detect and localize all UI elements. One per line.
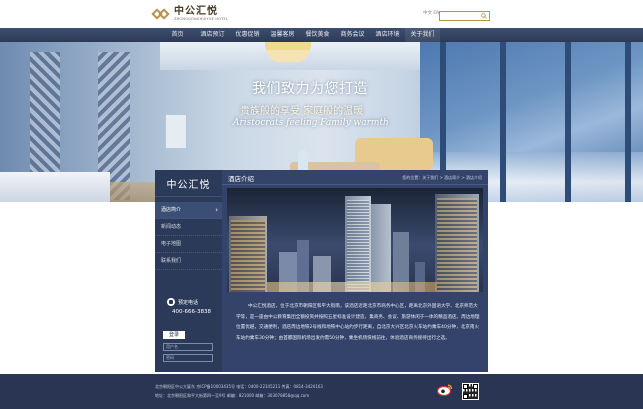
breadcrumb[interactable]: 您的位置：关于我们 > 酒店简介 > 酒店介绍 (402, 175, 482, 181)
slogan-english: Aristocrats feeling Family warmth (233, 118, 389, 128)
sidebar-item-hotel-intro[interactable]: 酒店简介 › (155, 202, 222, 219)
language-switch[interactable]: 中文 EN (423, 10, 440, 16)
phone-icon (167, 298, 175, 306)
weibo-icon[interactable] (437, 383, 453, 396)
logo-mark-icon (151, 6, 170, 22)
footer-info: 北京朝阳区中公大厦东 京ICP备10003435号 电话：0400-223452… (155, 384, 323, 389)
hotel-photo (227, 188, 483, 292)
booking-phone-number: 400-666-3838 (172, 309, 211, 315)
chevron-right-icon: › (215, 206, 218, 214)
logo[interactable]: 中公汇悦 ZHONGGONGHUIYUE HOTEL (151, 5, 229, 23)
sidebar-menu: 酒店简介 › 新闻动态 电子地图 联系我们 (155, 202, 222, 270)
nav-item-promotions[interactable]: 优惠促销 (230, 28, 265, 42)
password-field[interactable]: 密码 (163, 354, 213, 362)
logo-name: 中公汇悦 (174, 5, 218, 17)
search-input[interactable] (439, 11, 490, 21)
username-field[interactable]: 用户名 (163, 343, 213, 351)
booking-phone: 预定电话 (167, 298, 198, 306)
main-nav: 首页 酒店预订 优惠促销 温馨客房 餐饮美食 商务会议 酒店环境 关于我们 (0, 28, 643, 42)
nav-item-rooms[interactable]: 温馨客房 (265, 28, 300, 42)
sidebar-item-contact[interactable]: 联系我们 (155, 253, 222, 270)
sidebar-item-map[interactable]: 电子地图 (155, 236, 222, 253)
footer: 北京朝阳区中公大厦东 京ICP备10003435号 电话：0400-223452… (0, 374, 643, 409)
login-button[interactable]: 登录 (163, 331, 185, 339)
page: 中公汇悦 ZHONGGONGHUIYUE HOTEL 中文 EN 首页 酒店预订… (0, 0, 643, 409)
content-panel: 酒店介绍 您的位置：关于我们 > 酒店简介 > 酒店介绍 中公汇悦酒店，位于北京… (222, 170, 488, 372)
footer-address: 地址：北京朝阳区和平大街第四一至9号 邮编：821000 邮箱：30307885… (155, 393, 310, 398)
panel-title: 酒店介绍 (228, 175, 254, 183)
sidebar-item-news[interactable]: 新闻动态 (155, 219, 222, 236)
hotel-description: 中公汇悦酒店，位于北京市朝阳区和平大街南，该酒店近距北京市商务中心区，距离北京外… (236, 304, 480, 341)
header: 中公汇悦 ZHONGGONGHUIYUE HOTEL 中文 EN (0, 0, 643, 28)
nav-item-booking[interactable]: 酒店预订 (195, 28, 230, 42)
qr-code (462, 383, 479, 400)
nav-item-dining[interactable]: 餐饮美食 (300, 28, 335, 42)
panel-header: 酒店介绍 您的位置：关于我们 > 酒店简介 > 酒店介绍 (222, 170, 488, 185)
nav-item-environment[interactable]: 酒店环境 (370, 28, 405, 42)
nav-item-meetings[interactable]: 商务会议 (335, 28, 370, 42)
sidebar-logo: 中公汇悦 (155, 170, 222, 197)
search-icon[interactable] (481, 13, 487, 19)
nav-item-home[interactable]: 首页 (160, 28, 195, 42)
slogan-sub: 贵族般的享受 家庭般的温暖 (240, 106, 364, 117)
sidebar: 中公汇悦 酒店简介 › 新闻动态 电子地图 联系我们 预定电话 400-666-… (155, 170, 222, 372)
slogan-main: 我们致力为您打造 (252, 81, 368, 97)
logo-subtitle: ZHONGGONGHUIYUE HOTEL (174, 16, 229, 21)
nav-item-about[interactable]: 关于我们 (405, 28, 440, 42)
